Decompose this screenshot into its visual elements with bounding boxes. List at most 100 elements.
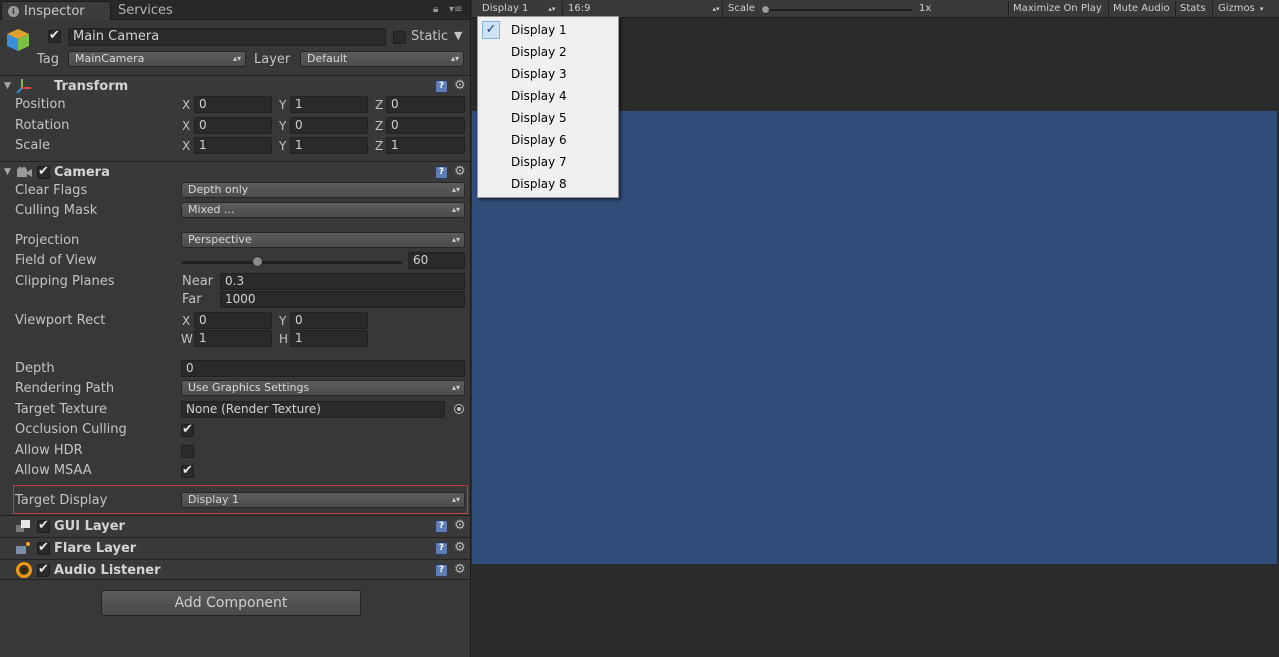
display-menu-item[interactable]: Display 7 [478,151,618,173]
static-dropdown-icon[interactable]: ▼ [454,28,462,44]
flare-layer-icon [16,542,32,555]
display-menu-item[interactable]: Display 2 [478,41,618,63]
target-texture-field[interactable]: None (Render Texture) [181,401,445,418]
stats-toggle[interactable]: Stats [1180,2,1206,16]
position-label: Position [15,97,66,112]
gear-icon[interactable]: ⚙ [454,79,466,93]
scale-y-field[interactable]: 1 [290,137,368,154]
display-menu-item[interactable]: Display 5 [478,107,618,129]
gear-icon[interactable]: ⚙ [454,519,466,533]
viewport-h-label: H [279,332,289,346]
viewport-x-field[interactable]: 0 [194,312,272,329]
gear-icon[interactable]: ⚙ [454,165,466,179]
projection-dropdown[interactable]: Perspective ▴▾ [181,232,465,248]
mute-audio-toggle[interactable]: Mute Audio [1113,2,1170,16]
viewport-w-field[interactable]: 1 [194,330,272,347]
target-display-dropdown[interactable]: Display 1 ▴▾ [181,492,465,508]
rotation-x-field[interactable]: 0 [194,117,272,134]
object-active-checkbox[interactable]: ✔ [48,28,61,43]
gear-icon[interactable]: ⚙ [454,541,466,555]
viewport-h-field[interactable]: 1 [290,330,368,347]
depth-field[interactable]: 0 [181,360,465,377]
near-field[interactable]: 0.3 [220,273,465,290]
layer-value: Default [307,52,348,65]
rendering-path-dropdown[interactable]: Use Graphics Settings ▴▾ [181,380,465,396]
camera-enabled-checkbox[interactable]: ✔ [37,164,50,179]
add-component-button[interactable]: Add Component [101,590,361,616]
scale-z-field[interactable]: 1 [386,137,465,154]
scale-slider-track[interactable] [764,9,912,11]
audio-listener-header[interactable]: ✔ Audio Listener ? ⚙ [0,559,470,580]
display-value: Display 1 [482,3,529,14]
audio-listener-checkbox[interactable]: ✔ [37,562,50,577]
viewport-w-label: W [181,332,193,346]
layer-dropdown[interactable]: Default ▴▾ [300,51,464,67]
projection-value: Perspective [188,233,252,246]
scale-x-field[interactable]: 1 [194,137,272,154]
tab-services[interactable]: Services [112,1,202,20]
gui-layer-header[interactable]: ✔ GUI Layer ? ⚙ [0,515,470,536]
fov-slider-thumb[interactable] [251,256,263,267]
check-icon: ✔ [38,518,49,533]
panel-menu-icon[interactable]: ▾≡ [449,4,462,15]
gui-layer-checkbox[interactable]: ✔ [37,518,50,533]
tag-label: Tag [37,52,60,67]
viewport-y-field[interactable]: 0 [290,312,368,329]
gizmos-value: Gizmos [1218,3,1255,14]
help-icon[interactable]: ? [435,80,448,93]
target-display-label: Target Display [15,493,108,508]
gear-icon[interactable]: ⚙ [454,563,466,577]
transform-header[interactable]: ▼ Transform ? ⚙ [0,75,470,96]
viewport-y-label: Y [279,314,287,328]
transform-icon [16,78,32,94]
display-menu-item[interactable]: ✓ Display 1 [478,19,618,41]
display-menu-item[interactable]: Display 4 [478,85,618,107]
static-checkbox[interactable] [393,31,406,44]
flare-layer-header[interactable]: ✔ Flare Layer ? ⚙ [0,537,470,558]
aspect-dropdown[interactable]: 16:9 ▴▾ [568,2,720,16]
help-icon[interactable]: ? [435,166,448,179]
display-menu-item-label: Display 8 [511,177,567,191]
clipping-planes-label: Clipping Planes [15,274,115,289]
gizmos-dropdown[interactable]: Gizmos ▾ [1218,2,1263,16]
display-menu-item-label: Display 6 [511,133,567,147]
display-menu-item[interactable]: Display 8 [478,173,618,195]
scale-slider-thumb[interactable] [761,5,770,14]
position-z-field[interactable]: 0 [386,96,465,113]
display-menu-item-label: Display 5 [511,111,567,125]
object-name-field[interactable]: Main Camera [68,28,386,46]
axis-x-label: X [182,119,191,133]
allow-msaa-checkbox[interactable]: ✔ [181,463,194,478]
rotation-z-field[interactable]: 0 [386,117,465,134]
camera-header[interactable]: ▼ ✔ Camera ? ⚙ [0,161,470,182]
fold-arrow-icon[interactable]: ▼ [4,167,11,177]
display-dropdown[interactable]: Display 1 ▴▾ [482,2,555,16]
culling-mask-dropdown[interactable]: Mixed ... ▴▾ [181,202,465,218]
fov-slider-track[interactable] [182,261,402,264]
rotation-y-field[interactable]: 0 [290,117,368,134]
allow-hdr-checkbox[interactable] [181,445,194,458]
transform-title: Transform [54,79,129,94]
position-y-field[interactable]: 1 [290,96,368,113]
tag-value: MainCamera [75,52,145,65]
display-menu-item[interactable]: Display 3 [478,63,618,85]
lock-icon[interactable]: 🔒︎ [433,4,438,15]
position-x-field[interactable]: 0 [194,96,272,113]
maximize-on-play-toggle[interactable]: Maximize On Play [1013,2,1102,16]
help-icon[interactable]: ? [435,520,448,533]
fold-arrow-icon[interactable]: ▼ [4,81,11,91]
toolbar-separator [562,1,563,17]
occlusion-culling-checkbox[interactable]: ✔ [181,422,194,437]
far-field[interactable]: 1000 [220,291,465,308]
display-menu-item[interactable]: Display 6 [478,129,618,151]
object-picker-icon[interactable] [454,404,464,414]
updown-arrow-icon: ▴▾ [712,5,720,13]
flare-layer-checkbox[interactable]: ✔ [37,540,50,555]
tab-inspector[interactable]: i Inspector [1,1,111,20]
help-icon[interactable]: ? [435,564,448,577]
help-icon[interactable]: ? [435,542,448,555]
clear-flags-dropdown[interactable]: Depth only ▴▾ [181,182,465,198]
updown-arrow-icon: ▴▾ [548,5,556,13]
fov-field[interactable]: 60 [408,252,465,269]
tag-dropdown[interactable]: MainCamera ▴▾ [68,51,246,67]
